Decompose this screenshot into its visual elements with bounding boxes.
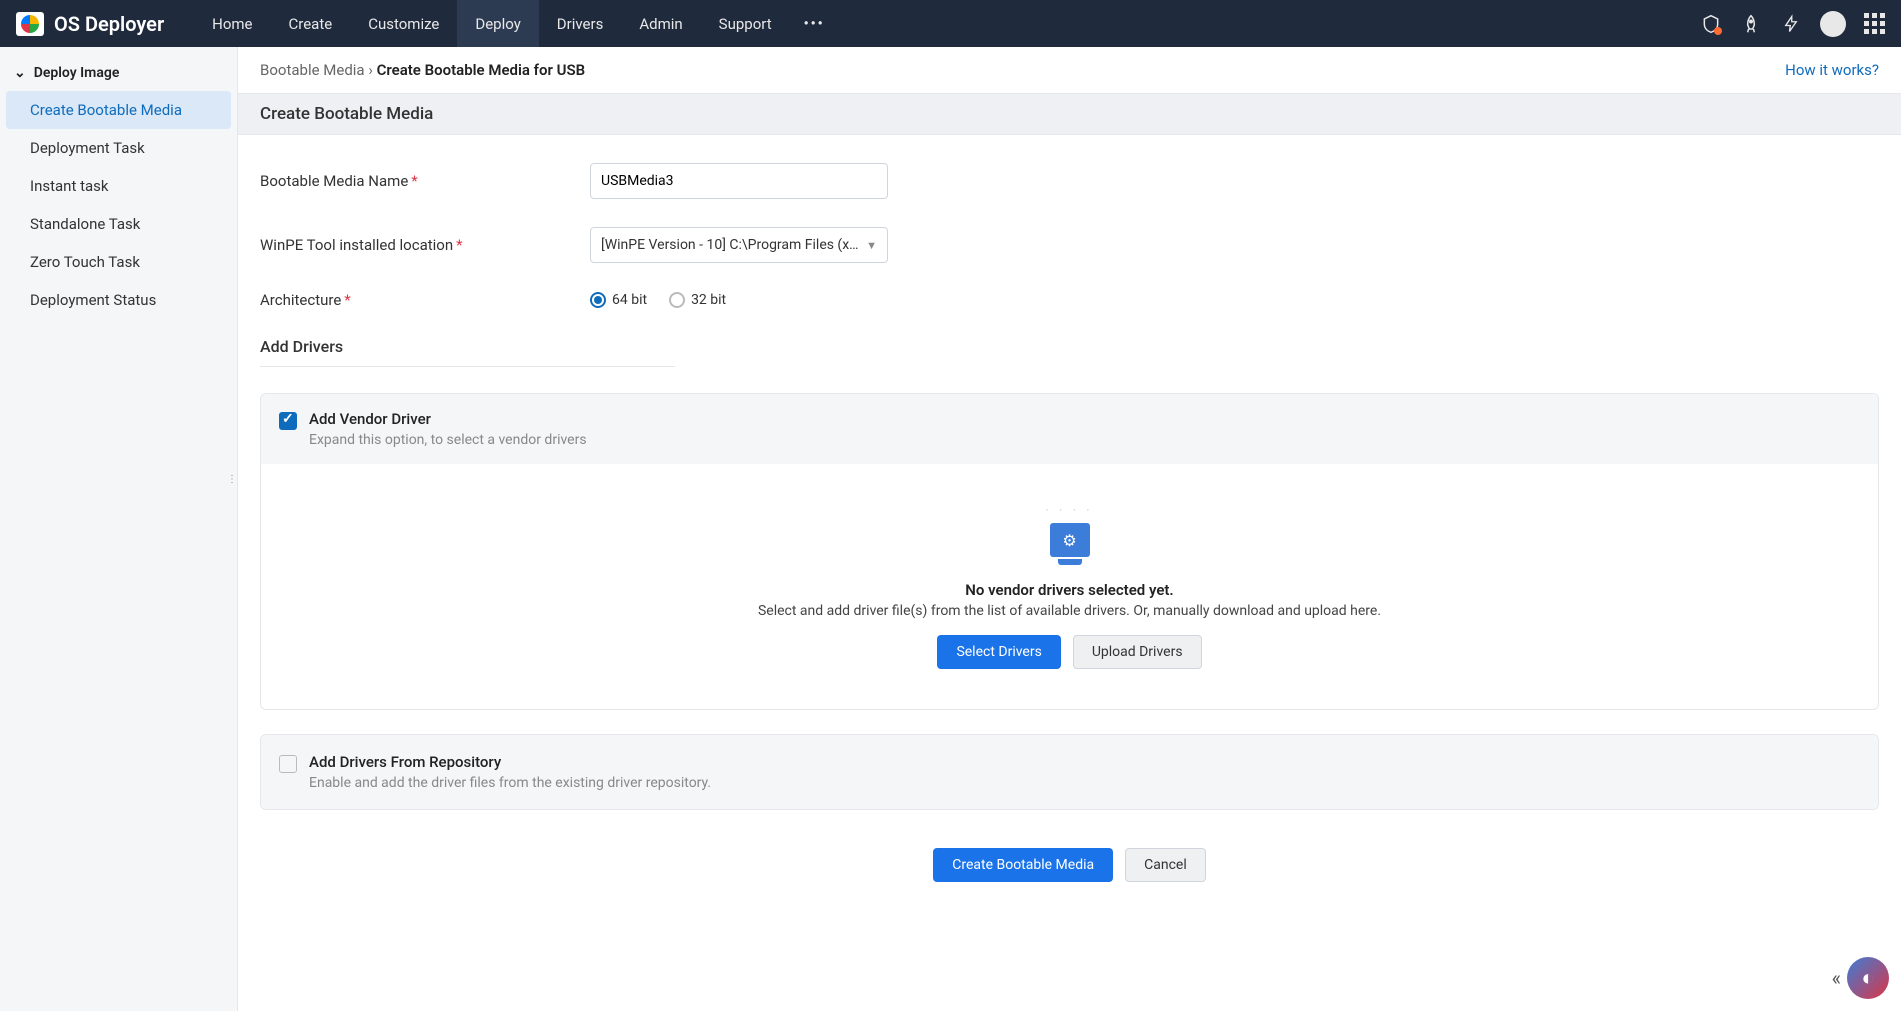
- shield-icon[interactable]: [1700, 13, 1722, 35]
- sidebar-section-header[interactable]: ⌄ Deploy Image: [0, 55, 237, 91]
- winpe-location-label: WinPE Tool installed location*: [260, 236, 590, 254]
- winpe-location-select[interactable]: [WinPE Version - 10] C:\Program Files (x…: [590, 227, 888, 263]
- upload-drivers-button[interactable]: Upload Drivers: [1073, 635, 1202, 669]
- header-right: [1700, 11, 1885, 37]
- main-nav: Home Create Customize Deploy Drivers Adm…: [194, 0, 839, 47]
- chevron-down-icon: ▼: [866, 239, 877, 252]
- empty-state-title: No vendor drivers selected yet.: [281, 581, 1858, 599]
- sidebar-item-deployment-task[interactable]: Deployment Task: [0, 129, 237, 167]
- sidebar-section-title: Deploy Image: [34, 65, 120, 81]
- nav-more[interactable]: •••: [790, 0, 839, 47]
- breadcrumb-sep: ›: [368, 61, 373, 79]
- create-bootable-media-button[interactable]: Create Bootable Media: [933, 848, 1113, 882]
- arch-32bit-radio[interactable]: 32 bit: [669, 292, 726, 308]
- chat-widget: « ◐: [1832, 957, 1889, 999]
- logo-section: OS Deployer: [16, 12, 164, 36]
- nav-drivers[interactable]: Drivers: [539, 0, 622, 47]
- media-name-label: Bootable Media Name*: [260, 172, 590, 190]
- breadcrumb-current: Create Bootable Media for USB: [377, 61, 586, 79]
- drivers-empty-icon: ⚙: [1050, 523, 1090, 557]
- add-vendor-driver-checkbox[interactable]: [279, 412, 297, 430]
- breadcrumb: Bootable Media › Create Bootable Media f…: [260, 61, 585, 79]
- add-repo-driver-checkbox[interactable]: [279, 755, 297, 773]
- user-avatar[interactable]: [1820, 11, 1846, 37]
- winpe-selected-value: [WinPE Version - 10] C:\Program Files (x…: [601, 237, 860, 253]
- sidebar: ⌄ Deploy Image Create Bootable Media Dep…: [0, 47, 238, 1011]
- nav-deploy[interactable]: Deploy: [457, 0, 538, 47]
- add-drivers-heading: Add Drivers: [260, 337, 675, 367]
- section-title: Create Bootable Media: [238, 93, 1901, 135]
- repo-panel-title: Add Drivers From Repository: [309, 753, 711, 771]
- chat-bubble-icon[interactable]: ◐: [1847, 957, 1889, 999]
- empty-state-sub: Select and add driver file(s) from the l…: [281, 603, 1858, 619]
- radio-icon: [669, 292, 685, 308]
- repo-panel-sub: Enable and add the driver files from the…: [309, 775, 711, 791]
- lightning-icon[interactable]: [1780, 13, 1802, 35]
- rocket-icon[interactable]: [1740, 13, 1762, 35]
- nav-home[interactable]: Home: [194, 0, 270, 47]
- chevron-down-icon: ⌄: [14, 65, 26, 81]
- chat-collapse-chevron-icon[interactable]: «: [1832, 966, 1841, 990]
- repository-driver-panel: Add Drivers From Repository Enable and a…: [260, 734, 1879, 810]
- apps-grid-icon[interactable]: [1864, 13, 1885, 34]
- main-content: Bootable Media › Create Bootable Media f…: [238, 47, 1901, 1011]
- architecture-label: Architecture*: [260, 291, 590, 309]
- nav-customize[interactable]: Customize: [350, 0, 457, 47]
- media-name-input[interactable]: [590, 163, 888, 199]
- vendor-panel-title: Add Vendor Driver: [309, 410, 587, 428]
- sidebar-item-zero-touch[interactable]: Zero Touch Task: [0, 243, 237, 281]
- nav-support[interactable]: Support: [701, 0, 790, 47]
- app-logo-icon: [16, 12, 44, 36]
- sidebar-item-instant-task[interactable]: Instant task: [0, 167, 237, 205]
- arch-64bit-radio[interactable]: 64 bit: [590, 292, 647, 308]
- decorative-dots: · · · ·: [281, 504, 1858, 517]
- vendor-driver-panel: Add Vendor Driver Expand this option, to…: [260, 393, 1879, 710]
- select-drivers-button[interactable]: Select Drivers: [937, 635, 1060, 669]
- sidebar-item-create-media[interactable]: Create Bootable Media: [6, 91, 231, 129]
- radio-label: 32 bit: [691, 292, 726, 308]
- nav-create[interactable]: Create: [271, 0, 351, 47]
- sidebar-item-standalone-task[interactable]: Standalone Task: [0, 205, 237, 243]
- how-it-works-link[interactable]: How it works?: [1785, 61, 1879, 79]
- radio-label: 64 bit: [612, 292, 647, 308]
- vendor-panel-sub: Expand this option, to select a vendor d…: [309, 432, 587, 448]
- cancel-button[interactable]: Cancel: [1125, 848, 1206, 882]
- nav-admin[interactable]: Admin: [621, 0, 700, 47]
- sidebar-item-deployment-status[interactable]: Deployment Status: [0, 281, 237, 319]
- radio-icon: [590, 292, 606, 308]
- breadcrumb-parent[interactable]: Bootable Media: [260, 61, 365, 79]
- app-title: OS Deployer: [54, 12, 164, 36]
- top-header: OS Deployer Home Create Customize Deploy…: [0, 0, 1901, 47]
